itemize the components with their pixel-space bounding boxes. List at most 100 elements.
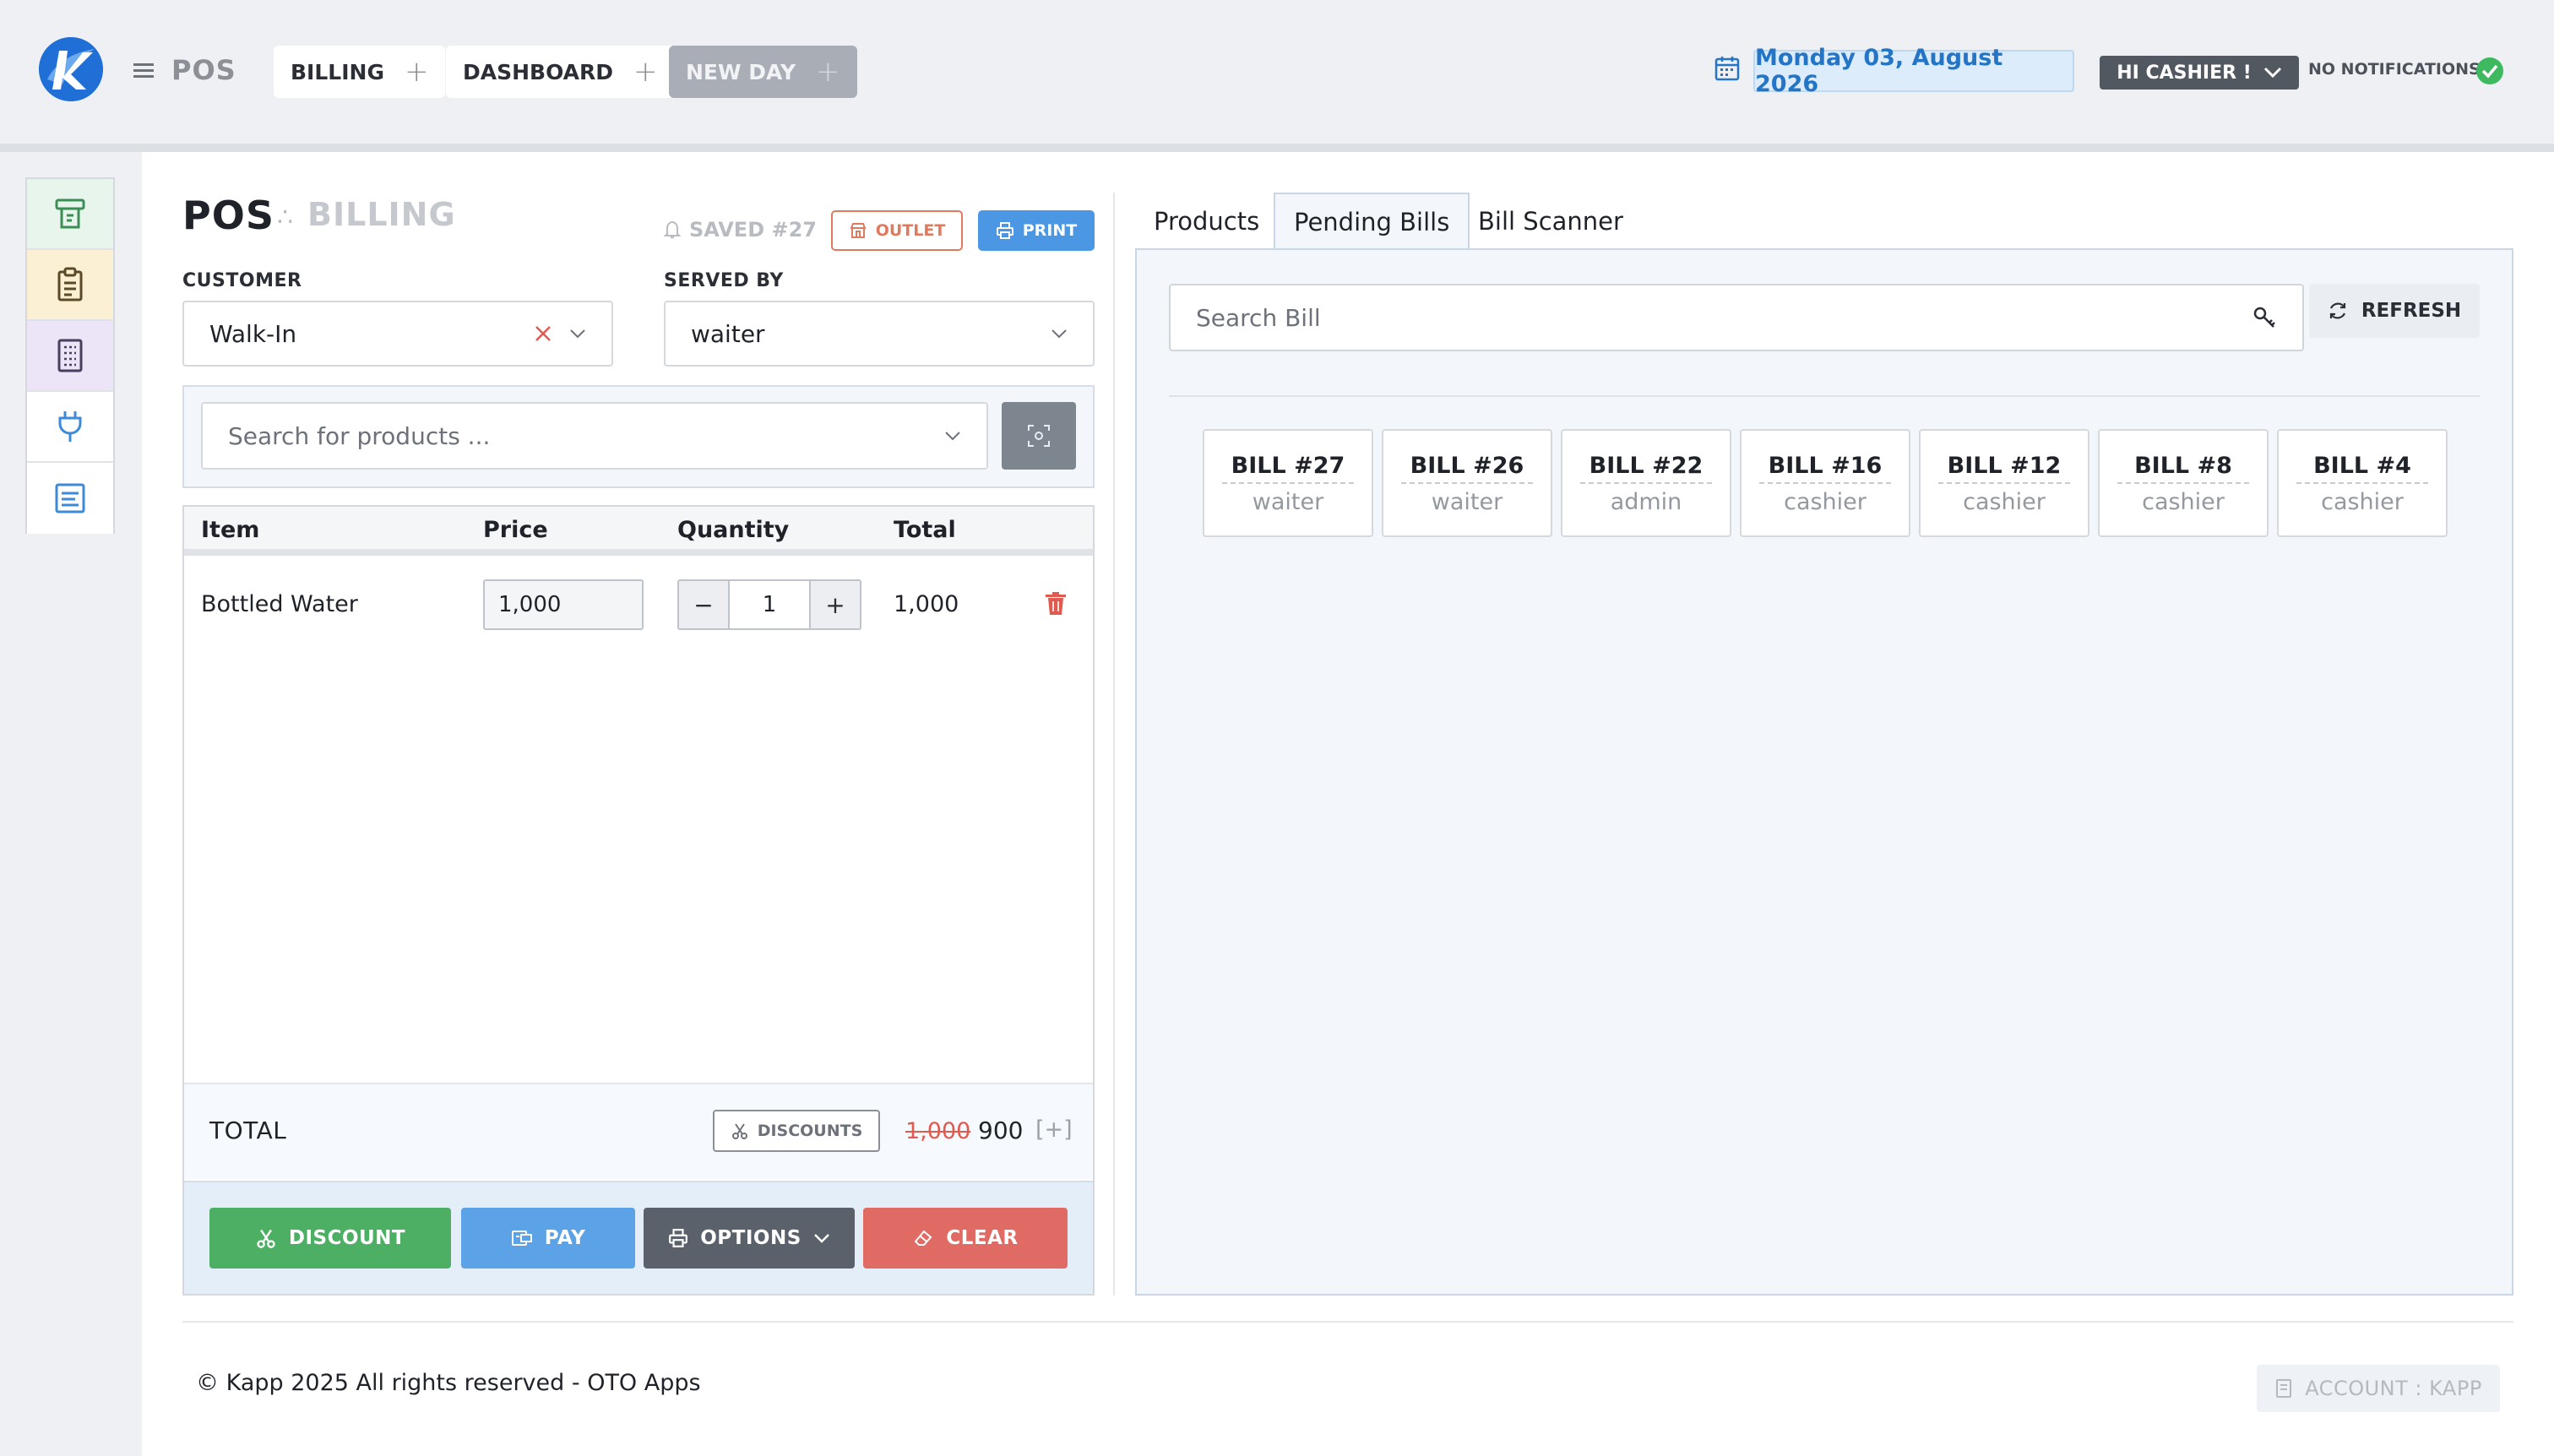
options-button[interactable]: OPTIONS	[644, 1208, 855, 1269]
trash-icon[interactable]	[1044, 591, 1068, 617]
tab-billing[interactable]: BILLING +	[274, 46, 446, 98]
bills-divider	[1169, 395, 2480, 397]
tab-new-day[interactable]: NEW DAY +	[669, 46, 857, 98]
expand-total-toggle[interactable]: [+]	[1035, 1116, 1073, 1143]
customer-label: CUSTOMER	[182, 270, 302, 291]
eraser-icon	[915, 1230, 932, 1246]
product-search-input[interactable]: Search for products ...	[201, 402, 988, 470]
app-name: POS	[171, 54, 236, 86]
current-date[interactable]: Monday 03, August 2026	[1753, 45, 2074, 97]
bill-served-by: cashier	[2321, 489, 2404, 515]
outlet-button[interactable]: OUTLET	[831, 210, 963, 251]
discount-label: DISCOUNT	[288, 1227, 406, 1249]
total-label: TOTAL	[209, 1116, 287, 1144]
bill-card[interactable]: BILL #8 cashier	[2098, 429, 2269, 537]
chevron-down-icon	[2263, 67, 2281, 79]
refresh-icon	[2329, 302, 2345, 319]
chevron-down-icon	[1051, 329, 1067, 339]
tab-label: DASHBOARD	[463, 59, 614, 84]
saved-label: SAVED #27	[689, 218, 817, 242]
bill-card[interactable]: BILL #27 waiter	[1203, 429, 1373, 537]
top-bar-divider	[0, 144, 2554, 152]
chevron-down-icon	[813, 1234, 829, 1243]
add-tab-icon[interactable]: +	[405, 57, 429, 86]
sidebar-item-reports[interactable]	[27, 463, 113, 534]
column-total: Total	[894, 517, 956, 543]
pending-bills-panel	[1135, 248, 2513, 1296]
tab-pending-bills[interactable]: Pending Bills	[1274, 193, 1470, 250]
pay-label: PAY	[544, 1227, 586, 1249]
increase-quantity-button[interactable]: +	[811, 581, 860, 628]
bell-icon	[664, 220, 681, 238]
discounts-label: DISCOUNTS	[757, 1122, 863, 1140]
calendar-icon	[1714, 56, 1740, 81]
notifications-status[interactable]: NO NOTIFICATIONS	[2308, 60, 2481, 79]
discounted-total: 900	[978, 1116, 1024, 1144]
kapp-logo-icon[interactable]	[39, 37, 103, 101]
copyright-text: © Kapp 2025 All rights reserved - OTO Ap…	[196, 1370, 701, 1396]
clear-label: CLEAR	[946, 1227, 1019, 1249]
bill-number: BILL #27	[1222, 453, 1354, 484]
print-button[interactable]: PRINT	[978, 210, 1095, 251]
served-by-value: waiter	[691, 319, 765, 348]
outlet-label: OUTLET	[875, 221, 946, 240]
add-tab-icon[interactable]: +	[816, 57, 840, 86]
refresh-label: REFRESH	[2361, 300, 2462, 322]
footer-divider	[182, 1321, 2513, 1323]
sidebar-item-integrations[interactable]	[27, 392, 113, 463]
title-separator: ∴	[277, 203, 294, 232]
tab-label: NEW DAY	[686, 59, 796, 84]
bill-served-by: waiter	[1252, 489, 1324, 515]
tab-products[interactable]: Products	[1135, 193, 1278, 250]
add-tab-icon[interactable]: +	[633, 57, 658, 86]
hamburger-menu-icon[interactable]	[133, 62, 154, 79]
clear-button[interactable]: CLEAR	[863, 1208, 1068, 1269]
panel-divider	[1113, 193, 1115, 1296]
bill-card[interactable]: BILL #26 waiter	[1382, 429, 1552, 537]
pay-button[interactable]: PAY	[461, 1208, 635, 1269]
plug-icon	[58, 411, 82, 442]
user-menu-button[interactable]: HI CASHIER !	[2100, 56, 2299, 90]
bill-served-by: cashier	[1784, 489, 1867, 515]
row-total: 1,000	[894, 591, 959, 617]
quantity-value[interactable]: 1	[728, 581, 811, 628]
sidebar-item-orders[interactable]	[27, 250, 113, 321]
served-by-select[interactable]: waiter	[664, 301, 1095, 367]
account-book-icon	[2276, 1379, 2292, 1398]
bill-served-by: cashier	[1963, 489, 2046, 515]
account-label: ACCOUNT : KAPP	[2305, 1377, 2482, 1400]
key-search-icon	[2253, 307, 2275, 328]
account-badge[interactable]: ACCOUNT : KAPP	[2257, 1365, 2500, 1412]
table-header	[184, 507, 1093, 556]
sidebar-item-bills[interactable]	[27, 321, 113, 392]
bill-served-by: admin	[1610, 489, 1682, 515]
store-icon	[850, 223, 867, 238]
price-input[interactable]: 1,000	[483, 579, 644, 630]
document-icon	[55, 483, 85, 513]
clipboard-icon	[57, 267, 83, 302]
bill-card[interactable]: BILL #22 admin	[1561, 429, 1731, 537]
bill-card[interactable]: BILL #4 cashier	[2277, 429, 2448, 537]
options-label: OPTIONS	[700, 1227, 802, 1249]
bill-card[interactable]: BILL #16 cashier	[1740, 429, 1910, 537]
refresh-button[interactable]: REFRESH	[2309, 284, 2480, 338]
printer-icon	[996, 222, 1013, 239]
check-circle-icon	[2476, 57, 2503, 84]
discount-button[interactable]: DISCOUNT	[209, 1208, 451, 1269]
bill-card[interactable]: BILL #12 cashier	[1919, 429, 2089, 537]
barcode-scan-button[interactable]	[1002, 402, 1076, 470]
customer-select[interactable]: Walk-In	[182, 301, 613, 367]
discounts-button[interactable]: DISCOUNTS	[713, 1110, 880, 1152]
chevron-down-icon	[945, 432, 960, 441]
tab-dashboard[interactable]: DASHBOARD +	[446, 46, 675, 98]
decrease-quantity-button[interactable]: −	[679, 581, 728, 628]
tab-label: BILLING	[291, 59, 384, 84]
printer-icon	[669, 1229, 688, 1247]
bill-search-placeholder: Search Bill	[1196, 303, 1321, 332]
original-total: 1,000	[905, 1118, 971, 1144]
tab-bill-scanner[interactable]: Bill Scanner	[1459, 193, 1642, 250]
sidebar-item-pos[interactable]	[27, 179, 113, 250]
clear-x-icon[interactable]	[534, 324, 552, 343]
row-item-name: Bottled Water	[201, 591, 358, 617]
bill-search-input[interactable]: Search Bill	[1169, 284, 2304, 351]
